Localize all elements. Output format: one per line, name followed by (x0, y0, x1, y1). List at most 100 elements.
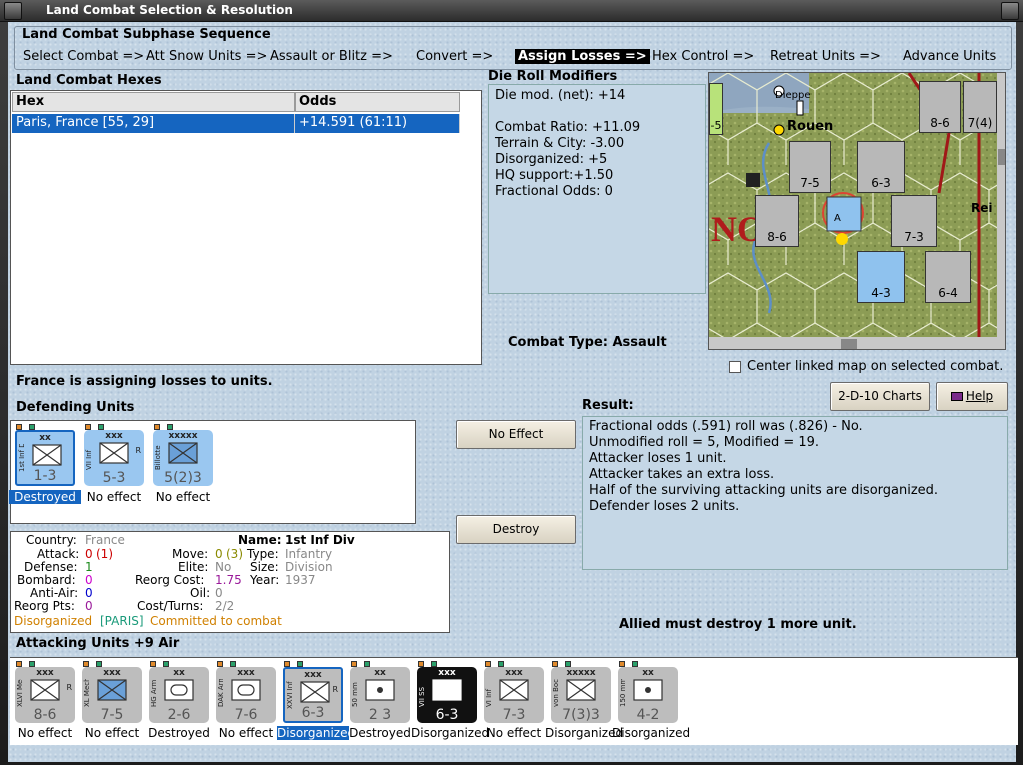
seq-step-assign-losses[interactable]: Assign Losses => (515, 49, 650, 64)
map-counter[interactable]: 6-4 (925, 251, 971, 303)
seq-step-advance[interactable]: Advance Units (903, 49, 996, 64)
unit-name-label: VI Inf (485, 688, 493, 707)
map-counter[interactable]: -5 (709, 83, 723, 135)
defending-unit-counter[interactable]: xxx VII Inf R 5-3 (84, 430, 144, 486)
attacking-unit-status: No effect (84, 726, 140, 740)
result-line: Attacker loses 1 unit. (589, 451, 727, 466)
reorg-pts-label: Reorg Pts: (14, 599, 75, 613)
attacking-unit-counter[interactable]: xxx VII SS 6-3 (417, 667, 477, 723)
seq-step-assault-blitz[interactable]: Assault or Blitz => (270, 49, 393, 64)
reorg-pts-value: 0 (85, 599, 93, 613)
unit-flag-pip (364, 661, 370, 667)
unit-flag-pip (16, 424, 22, 430)
attacking-unit-status: Disorganized (411, 726, 490, 740)
result-line: Unmodified roll = 5, Modified = 19. (589, 435, 820, 450)
map-counter[interactable]: 6-3 (857, 141, 905, 193)
seq-step-hex-control[interactable]: Hex Control => (652, 49, 754, 64)
attacking-unit-status: Disorganized (545, 726, 624, 740)
title-bar[interactable]: Land Combat Selection & Resolution (0, 0, 1023, 22)
cost-turns-label: Cost/Turns: (137, 599, 204, 613)
unit-flag-pip (217, 661, 223, 667)
col-header-hex[interactable]: Hex (12, 92, 295, 112)
unit-type-icon (300, 681, 330, 706)
unit-type-icon (97, 679, 127, 704)
unit-flag-pip (552, 661, 558, 667)
elite-value: No (215, 560, 232, 574)
type-label: Type: (247, 547, 279, 561)
size-value: Division (285, 560, 333, 574)
unit-flag-pip (29, 661, 35, 667)
attacking-unit-counter[interactable]: xxx XL Mech 7-5 (82, 667, 142, 723)
attacking-unit-counter[interactable]: xxx VI Inf 7-3 (484, 667, 544, 723)
hex-row-cell-hex[interactable]: Paris, France [55, 29] (12, 114, 295, 133)
map-counter[interactable]: 8-6 (919, 81, 961, 133)
seq-step-convert[interactable]: Convert => (416, 49, 493, 64)
charts-button[interactable]: 2-D-10 Charts (830, 382, 930, 411)
result-line: Half of the surviving attacking units ar… (589, 483, 939, 498)
attacking-unit-counter[interactable]: xx 150 mm 4-2 (618, 667, 678, 723)
unit-flag-pip (83, 661, 89, 667)
unit-size-label: xxx (438, 668, 456, 678)
move-value: 0 (215, 547, 223, 561)
unit-size-label: xx (173, 668, 185, 678)
defending-unit-counter[interactable]: xx 1st Inf Div 1-3 (15, 430, 75, 486)
seq-step-att-snow[interactable]: Att Snow Units => (146, 49, 267, 64)
hex-row-cell-odds[interactable]: +14.591 (61:11) (295, 114, 460, 133)
defending-header: Defending Units (16, 400, 135, 415)
defending-unit-status: No effect (155, 490, 211, 504)
unit-name-label: VII Inf (85, 449, 93, 470)
year-value: 1937 (285, 573, 316, 587)
help-button[interactable]: Help (936, 382, 1008, 411)
seq-step-select-combat[interactable]: Select Combat => (23, 49, 144, 64)
attacking-unit-counter[interactable]: xxxxx von Bock 7(3)3 (551, 667, 611, 723)
menu-icon[interactable] (4, 2, 22, 20)
no-effect-button[interactable]: No Effect (456, 420, 576, 449)
allied-message: Allied must destroy 1 more unit. (619, 617, 857, 632)
sequence-header: Land Combat Subphase Sequence (22, 27, 271, 42)
unit-strength: 5(2)3 (164, 470, 202, 486)
map-counter[interactable]: 7-3 (891, 195, 937, 247)
window-title: Land Combat Selection & Resolution (46, 3, 293, 17)
destroy-button[interactable]: Destroy (456, 515, 576, 544)
map-counter[interactable]: 8-6 (755, 195, 799, 247)
unit-name-label: XL Mech (83, 679, 91, 707)
seq-step-retreat[interactable]: Retreat Units => (770, 49, 881, 64)
attacking-unit-counter[interactable]: xxx XLVI Mech R 8-6 (15, 667, 75, 723)
col-header-odds[interactable]: Odds (295, 92, 460, 112)
close-icon[interactable] (1001, 2, 1019, 20)
unit-flag-pip (632, 661, 638, 667)
bombard-label: Bombard: (17, 573, 76, 587)
defending-unit-counter[interactable]: xxxxx Billotte 5(2)3 (153, 430, 213, 486)
attacking-unit-status: Destroyed (148, 726, 210, 740)
map-counter[interactable]: 4-3 (857, 251, 905, 303)
unit-flag-pip (418, 661, 424, 667)
mini-map[interactable]: NO A Dieppe Rouen Rei 8-6 7-5 6-3 8-6 7-… (708, 72, 1006, 350)
attacking-unit-counter[interactable]: xxx XXVI Inf R 6-3 (283, 667, 343, 723)
unit-strength: 2 3 (368, 707, 392, 723)
attacking-unit-counter[interactable]: xxx DAK Arm 7-6 (216, 667, 276, 723)
center-map-label[interactable]: Center linked map on selected combat. (747, 359, 1003, 374)
bombard-value: 0 (85, 573, 93, 587)
unit-type-icon (499, 679, 529, 704)
unit-flag-pip (230, 661, 236, 667)
attacking-unit-counter[interactable]: xx HG Arm Div 2-6 (149, 667, 209, 723)
elite-label: Elite: (178, 560, 209, 574)
center-map-checkbox[interactable] (729, 361, 741, 373)
unit-type-icon (231, 679, 261, 704)
unit-flag-pip (150, 661, 156, 667)
unit-strength: 6-3 (435, 707, 459, 723)
map-label-city: Dieppe (775, 90, 811, 101)
unit-name-label: 50 mm (351, 682, 359, 707)
unit-name-label: Billotte (154, 445, 162, 470)
map-counter[interactable]: 7-5 (789, 141, 831, 193)
unit-strength: 7(3)3 (562, 707, 600, 723)
map-counter[interactable]: 7(4) (963, 81, 997, 133)
reserve-marker: R (332, 685, 338, 694)
drm-line: Die mod. (net): +14 (495, 88, 626, 103)
name-value: 1st Inf Div (285, 533, 355, 547)
attacking-unit-counter[interactable]: xx 50 mm 2 3 (350, 667, 410, 723)
drm-line: Fractional Odds: 0 (495, 184, 613, 199)
name-label: Name: (238, 533, 282, 547)
country-label: Country: (26, 533, 77, 547)
drm-line: HQ support:+1.50 (495, 168, 614, 183)
